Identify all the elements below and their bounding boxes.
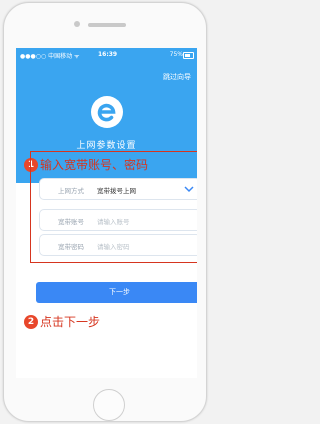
battery-icon bbox=[183, 52, 194, 59]
connection-mode-select[interactable]: 上网方式 宽带拨号上网 bbox=[39, 178, 197, 200]
earpiece-speaker bbox=[88, 23, 126, 27]
step2-badge: 2 bbox=[24, 315, 38, 329]
status-bar: ●●●○○ 中国移动 ᯤ 16:39 75% bbox=[16, 51, 197, 61]
account-field[interactable]: 宽带账号 请输入账号 bbox=[39, 209, 197, 231]
password-label: 宽带密码 bbox=[58, 243, 84, 251]
account-label: 宽带账号 bbox=[58, 218, 84, 226]
clock: 16:39 bbox=[98, 51, 118, 58]
app-screen: ●●●○○ 中国移动 ᯤ 16:39 75% 跳过向导 上网参数设置 1 输入宽… bbox=[16, 48, 197, 378]
next-button[interactable]: 下一步 bbox=[36, 282, 197, 303]
mode-value: 宽带拨号上网 bbox=[97, 187, 136, 195]
front-camera bbox=[74, 21, 80, 27]
password-field[interactable]: 宽带密码 请输入密码 bbox=[39, 234, 197, 256]
carrier-signal: ●●●○○ 中国移动 ᯤ bbox=[20, 53, 80, 60]
home-button[interactable] bbox=[93, 389, 125, 421]
step2-annotation: 点击下一步 bbox=[40, 315, 101, 329]
app-logo-icon bbox=[91, 96, 123, 128]
password-placeholder: 请输入密码 bbox=[97, 243, 130, 251]
page-title: 上网参数设置 bbox=[76, 141, 137, 151]
skip-wizard-link[interactable]: 跳过向导 bbox=[163, 72, 191, 82]
mode-label: 上网方式 bbox=[58, 187, 84, 195]
chevron-down-icon bbox=[184, 186, 194, 193]
battery-percent: 75% bbox=[169, 51, 183, 58]
account-placeholder: 请输入账号 bbox=[97, 218, 130, 226]
